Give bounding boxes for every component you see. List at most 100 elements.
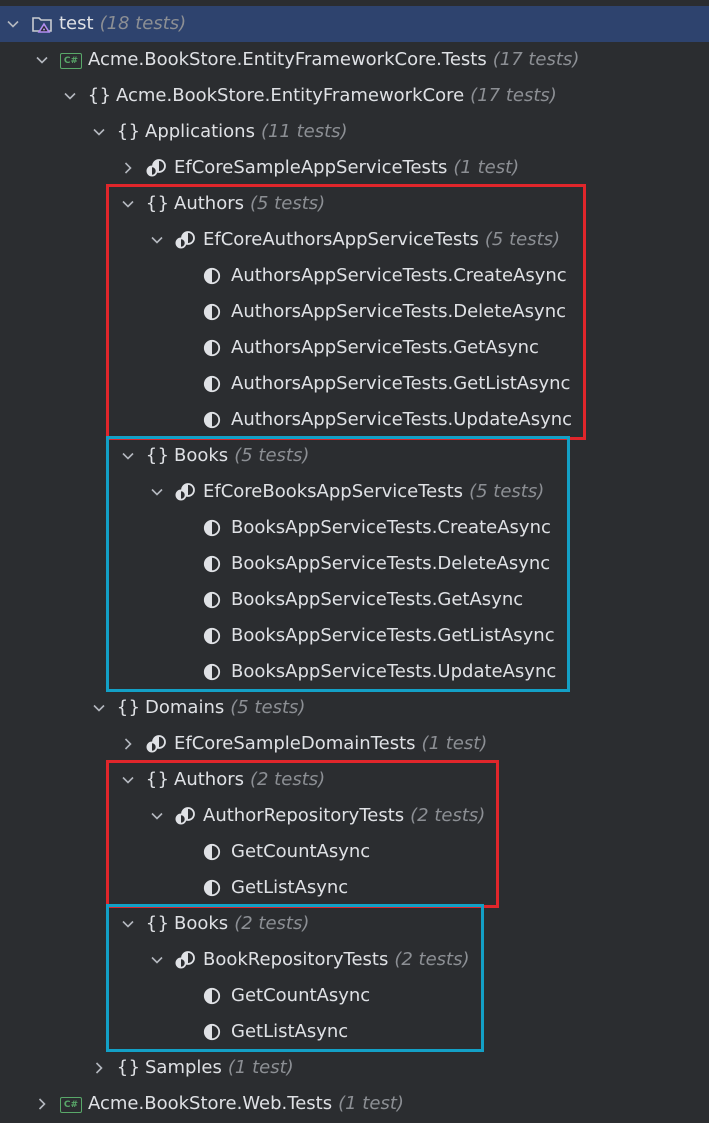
chevron-down-icon[interactable]: [120, 762, 136, 798]
tree-row-getlistasync[interactable]: GetListAsync: [0, 870, 709, 906]
chevron-down-icon[interactable]: [149, 222, 165, 258]
namespace-icon: {}: [146, 445, 170, 466]
tree-label: Acme.BookStore.Web.Tests (1 test): [88, 1086, 404, 1122]
tree-label: BooksAppServiceTests.GetListAsync: [231, 618, 555, 654]
tree-label: EfCoreSampleAppServiceTests (1 test): [174, 150, 519, 186]
node-name: GetListAsync: [231, 877, 349, 898]
test-method-icon: [203, 366, 221, 402]
tree-label: AuthorsAppServiceTests.GetAsync: [231, 330, 539, 366]
node-name: BooksAppServiceTests.UpdateAsync: [231, 661, 557, 682]
test-count: (2 tests): [234, 913, 310, 934]
tree-row-booksappservicetests-updateasync[interactable]: BooksAppServiceTests.UpdateAsync: [0, 654, 709, 690]
tree-row-efcoresampledomaintests[interactable]: EfCoreSampleDomainTests (1 test): [0, 726, 709, 762]
folder-test-icon: [31, 6, 55, 42]
node-name: BooksAppServiceTests.GetListAsync: [231, 625, 555, 646]
namespace-icon: {}: [117, 697, 141, 718]
tree-row-booksappservicetests-getasync[interactable]: BooksAppServiceTests.GetAsync: [0, 582, 709, 618]
tree-row-authors[interactable]: {} Authors (2 tests): [0, 762, 709, 798]
test-tree: test (18 tests) C# Acme.BookStore.EntityFra…: [0, 6, 709, 1122]
test-count: (18 tests): [99, 13, 187, 34]
test-method-icon: [203, 870, 221, 906]
test-method-icon: [203, 294, 221, 330]
namespace-icon: {}: [117, 1057, 141, 1078]
chevron-down-icon[interactable]: [120, 186, 136, 222]
test-count: (5 tests): [230, 697, 306, 718]
tree-label: AuthorsAppServiceTests.GetListAsync: [231, 366, 570, 402]
test-count: (5 tests): [234, 445, 310, 466]
tree-row-acme-bookstore-web-tests[interactable]: C# Acme.BookStore.Web.Tests (1 test): [0, 1086, 709, 1122]
chevron-right-icon[interactable]: [120, 150, 136, 186]
tree-label: AuthorsAppServiceTests.UpdateAsync: [231, 402, 572, 438]
tree-row-authorsappservicetests-createasync[interactable]: AuthorsAppServiceTests.CreateAsync: [0, 258, 709, 294]
chevron-down-icon[interactable]: [149, 942, 165, 978]
node-name: GetCountAsync: [231, 985, 371, 1006]
tree-row-books[interactable]: {} Books (5 tests): [0, 438, 709, 474]
tree-row-getcountasync[interactable]: GetCountAsync: [0, 978, 709, 1014]
test-count: (17 tests): [492, 49, 580, 70]
tree-row-acme-bookstore-entityframeworkcore-tests[interactable]: C# Acme.BookStore.EntityFrameworkCore.Tes…: [0, 42, 709, 78]
test-method-icon: [203, 618, 221, 654]
csharp-project-icon: C#: [60, 1086, 82, 1122]
chevron-down-icon[interactable]: [120, 906, 136, 942]
tree-row-bookrepositorytests[interactable]: BookRepositoryTests (2 tests): [0, 942, 709, 978]
tree-label: Applications (11 tests): [145, 114, 348, 150]
tree-row-booksappservicetests-deleteasync[interactable]: BooksAppServiceTests.DeleteAsync: [0, 546, 709, 582]
tree-row-applications[interactable]: {} Applications (11 tests): [0, 114, 709, 150]
node-name: Authors: [174, 193, 244, 214]
test-count: (5 tests): [484, 229, 561, 250]
test-class-icon: [175, 798, 197, 834]
test-count: (1 test): [453, 157, 520, 178]
node-name: AuthorsAppServiceTests.CreateAsync: [231, 265, 567, 286]
chevron-right-icon[interactable]: [34, 1086, 50, 1122]
test-count: (17 tests): [470, 85, 557, 106]
tree-row-test[interactable]: test (18 tests): [0, 6, 709, 42]
tree-row-efcoresampleappservicetests[interactable]: EfCoreSampleAppServiceTests (1 test): [0, 150, 709, 186]
tree-row-authorsappservicetests-updateasync[interactable]: AuthorsAppServiceTests.UpdateAsync: [0, 402, 709, 438]
node-name: AuthorsAppServiceTests.GetListAsync: [231, 373, 571, 394]
test-method-icon: [203, 546, 221, 582]
tree-row-books[interactable]: {} Books (2 tests): [0, 906, 709, 942]
chevron-down-icon[interactable]: [91, 114, 107, 150]
tree-row-efcorebooksappservicetests[interactable]: EfCoreBooksAppServiceTests (5 tests): [0, 474, 709, 510]
tree-label: Domains (5 tests): [145, 690, 305, 726]
namespace-icon: {}: [146, 913, 170, 934]
node-name: EfCoreSampleDomainTests: [174, 733, 416, 754]
tree-row-efcoreauthorsappservicetests[interactable]: EfCoreAuthorsAppServiceTests (5 tests): [0, 222, 709, 258]
chevron-down-icon[interactable]: [62, 78, 78, 114]
tree-row-authorsappservicetests-getasync[interactable]: AuthorsAppServiceTests.GetAsync: [0, 330, 709, 366]
chevron-down-icon[interactable]: [91, 690, 107, 726]
test-count: (2 tests): [410, 805, 486, 826]
node-name: Authors: [174, 769, 244, 790]
chevron-down-icon[interactable]: [149, 474, 165, 510]
tree-row-booksappservicetests-createasync[interactable]: BooksAppServiceTests.CreateAsync: [0, 510, 709, 546]
chevron-right-icon[interactable]: [120, 726, 136, 762]
chevron-right-icon[interactable]: [91, 1050, 107, 1086]
node-name: EfCoreSampleAppServiceTests: [174, 157, 448, 178]
tree-label: Acme.BookStore.EntityFrameworkCore.Tests…: [88, 42, 579, 78]
tree-label: BooksAppServiceTests.UpdateAsync: [231, 654, 556, 690]
namespace-icon: {}: [146, 193, 170, 214]
chevron-down-icon[interactable]: [120, 438, 136, 474]
node-name: EfCoreAuthorsAppServiceTests: [203, 229, 479, 250]
test-count: (5 tests): [249, 193, 326, 214]
node-name: Samples: [145, 1057, 222, 1078]
tree-row-acme-bookstore-entityframeworkcore[interactable]: {} Acme.BookStore.EntityFrameworkCore (17 …: [0, 78, 709, 114]
tree-label: test (18 tests): [59, 6, 186, 42]
test-count: (2 tests): [394, 949, 470, 970]
tree-row-getcountasync[interactable]: GetCountAsync: [0, 834, 709, 870]
tree-row-authorrepositorytests[interactable]: AuthorRepositoryTests (2 tests): [0, 798, 709, 834]
test-method-icon: [203, 582, 221, 618]
chevron-down-icon[interactable]: [34, 42, 50, 78]
tree-row-authorsappservicetests-getlistasync[interactable]: AuthorsAppServiceTests.GetListAsync: [0, 366, 709, 402]
tree-row-samples[interactable]: {} Samples (1 test): [0, 1050, 709, 1086]
chevron-down-icon[interactable]: [5, 6, 21, 42]
tree-row-authors[interactable]: {} Authors (5 tests): [0, 186, 709, 222]
node-name: Domains: [145, 697, 225, 718]
tree-row-booksappservicetests-getlistasync[interactable]: BooksAppServiceTests.GetListAsync: [0, 618, 709, 654]
tree-row-domains[interactable]: {} Domains (5 tests): [0, 690, 709, 726]
tree-row-getlistasync[interactable]: GetListAsync: [0, 1014, 709, 1050]
chevron-down-icon[interactable]: [149, 798, 165, 834]
node-name: GetCountAsync: [231, 841, 371, 862]
tree-row-authorsappservicetests-deleteasync[interactable]: AuthorsAppServiceTests.DeleteAsync: [0, 294, 709, 330]
tree-label: EfCoreSampleDomainTests (1 test): [174, 726, 487, 762]
